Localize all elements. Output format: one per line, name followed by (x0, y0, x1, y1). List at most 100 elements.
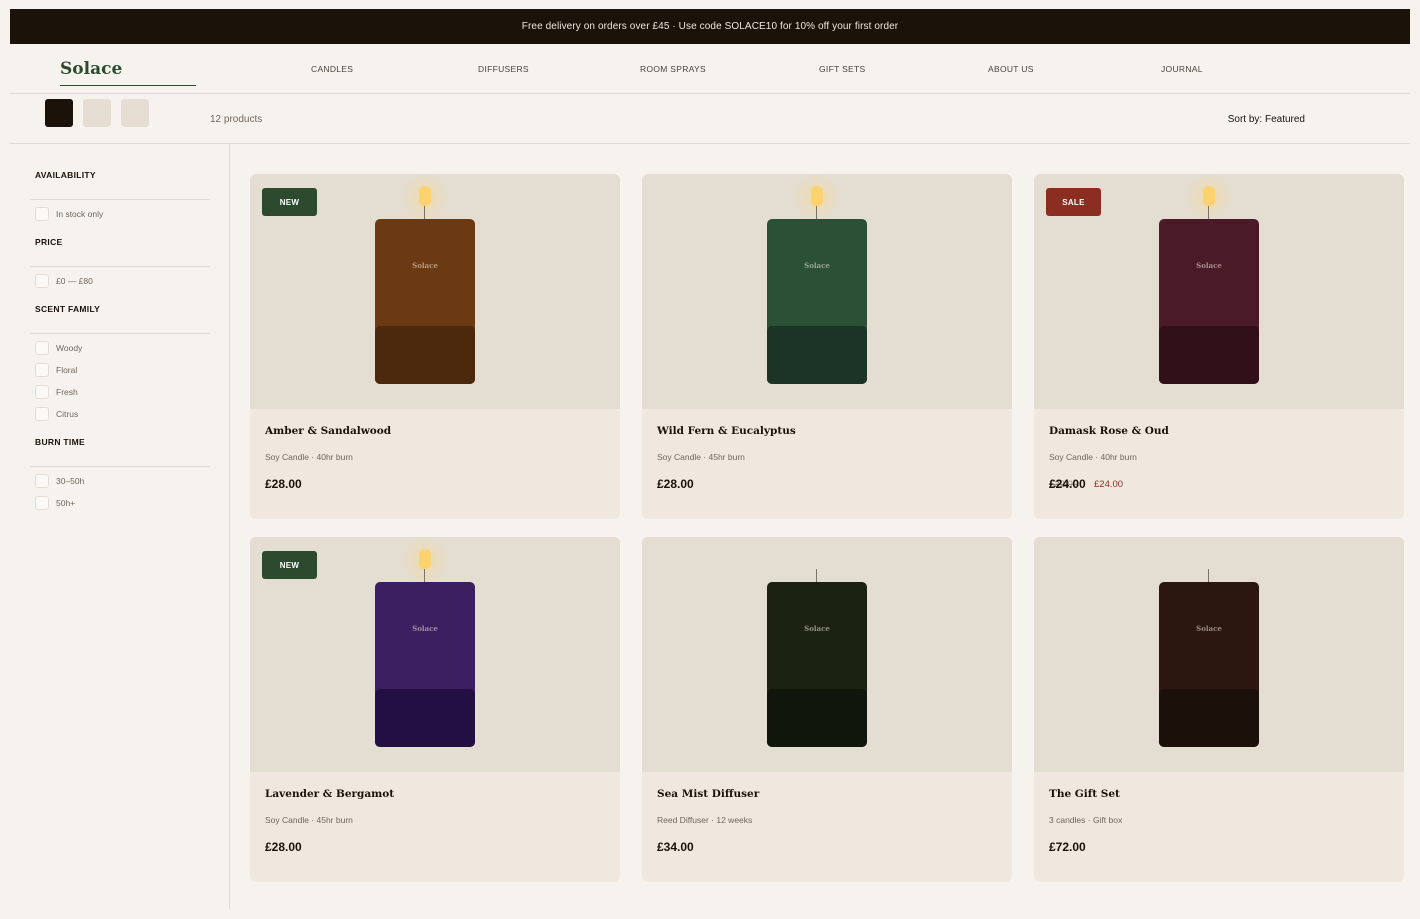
filter-option-label: 50h+ (56, 498, 76, 508)
jar-base (1159, 326, 1259, 384)
product-image[interactable]: Solace (642, 537, 1012, 772)
checkbox[interactable] (35, 385, 49, 399)
nav-journal[interactable]: JOURNAL (1161, 64, 1203, 74)
filter-option-floral[interactable]: Floral (35, 363, 77, 377)
product-name[interactable]: Wild Fern & Eucalyptus (657, 425, 796, 437)
product-subtitle: Soy Candle · 45hr burn (657, 452, 745, 462)
filter-sidebar: AVAILABILITY In stock only PRICE £0 — £8… (10, 144, 230, 909)
candle-jar: Solace (767, 219, 867, 384)
candle-jar: Solace (1159, 219, 1259, 384)
jar-label: Solace (804, 624, 830, 633)
product-image[interactable]: Solace (1034, 537, 1404, 772)
filter-option-label: £0 — £80 (56, 276, 93, 286)
filter-title-scent-family: SCENT FAMILY (35, 304, 101, 314)
jar-base (1159, 689, 1259, 747)
product-price: £28.00 (265, 477, 302, 491)
logo[interactable]: Solace (60, 59, 122, 79)
product-name[interactable]: Lavender & Bergamot (265, 788, 394, 800)
promo-banner: Free delivery on orders over £45 · Use c… (10, 9, 1410, 44)
nav-diffusers[interactable]: DIFFUSERS (478, 64, 529, 74)
product-card[interactable]: Solace SALE Damask Rose & Oud Soy Candle · … (1034, 174, 1404, 519)
sale-price: £24.00 (1094, 479, 1124, 490)
filter-title-price: PRICE (35, 237, 63, 247)
jar-label: Solace (412, 261, 438, 270)
filter-title-burn-time: BURN TIME (35, 437, 85, 447)
filter-option-label: Floral (56, 365, 78, 375)
flame-icon (419, 186, 431, 206)
product-name[interactable]: Amber & Sandalwood (265, 425, 391, 437)
jar-base (375, 326, 475, 384)
filter-option-30-50h[interactable]: 30–50h (35, 474, 84, 488)
candle-wick (1208, 569, 1209, 582)
list-view-button[interactable] (121, 99, 149, 127)
sort-dropdown[interactable]: Sort by: Featured (1228, 114, 1305, 125)
filter-option-woody[interactable]: Woody (35, 341, 82, 355)
toolbar: 12 products Sort by: Featured (10, 94, 1410, 144)
page-frame: Free delivery on orders over £45 · Use c… (10, 9, 1410, 909)
checkbox[interactable] (35, 363, 49, 377)
jar-label: Solace (1196, 624, 1222, 633)
checkbox[interactable] (35, 496, 49, 510)
filter-option-price-range[interactable]: £0 — £80 (35, 274, 93, 288)
candle-jar: Solace (375, 582, 475, 747)
filter-option-label: Citrus (56, 409, 79, 419)
product-subtitle: Soy Candle · 40hr burn (1049, 452, 1137, 462)
filter-option-fresh[interactable]: Fresh (35, 385, 78, 399)
sale-badge: SALE (1046, 188, 1101, 216)
nav-room-sprays[interactable]: ROOM SPRAYS (640, 64, 706, 74)
filter-option-label: Woody (56, 343, 83, 353)
product-card[interactable]: Solace The Gift Set 3 candles · Gift box £7… (1034, 537, 1404, 882)
filter-option-label: 30–50h (56, 476, 85, 486)
product-name[interactable]: Damask Rose & Oud (1049, 425, 1169, 437)
nav-candles[interactable]: CANDLES (311, 64, 353, 74)
jar-base (375, 689, 475, 747)
candle-jar: Solace (375, 219, 475, 384)
product-image[interactable]: Solace (642, 174, 1012, 409)
filter-option-50h-plus[interactable]: 50h+ (35, 496, 75, 510)
product-price: £24.00 (1049, 477, 1086, 491)
jar-label: Solace (804, 261, 830, 270)
checkbox[interactable] (35, 407, 49, 421)
product-name[interactable]: The Gift Set (1049, 788, 1120, 800)
product-card[interactable]: Solace Sea Mist Diffuser Reed Diffuser · 1… (642, 537, 1012, 882)
candle-jar: Solace (767, 582, 867, 747)
nav-about-us[interactable]: ABOUT US (988, 64, 1034, 74)
new-badge: NEW (262, 551, 317, 579)
product-price: £72.00 (1049, 840, 1086, 854)
product-price: £28.00 (657, 477, 694, 491)
product-count: 12 products (210, 114, 263, 125)
filter-divider (30, 333, 210, 334)
product-card[interactable]: Solace NEW Lavender & Bergamot Soy Candle ·… (250, 537, 620, 882)
filter-divider (30, 199, 210, 200)
product-name[interactable]: Sea Mist Diffuser (657, 788, 759, 800)
product-price: £28.00 (265, 840, 302, 854)
product-image[interactable]: Solace NEW (250, 537, 620, 772)
new-badge: NEW (262, 188, 317, 216)
filter-divider (30, 466, 210, 467)
candle-jar: Solace (1159, 582, 1259, 747)
grid-2-view-button[interactable] (83, 99, 111, 127)
site-header: Solace CANDLES DIFFUSERS ROOM SPRAYS GIF… (10, 44, 1410, 94)
filter-option-label: In stock only (56, 209, 104, 219)
candle-wick (424, 206, 425, 219)
nav-gift-sets[interactable]: GIFT SETS (819, 64, 865, 74)
filter-option-citrus[interactable]: Citrus (35, 407, 78, 421)
checkbox[interactable] (35, 274, 49, 288)
checkbox[interactable] (35, 207, 49, 221)
checkbox[interactable] (35, 341, 49, 355)
product-subtitle: Soy Candle · 45hr burn (265, 815, 353, 825)
product-subtitle: Soy Candle · 40hr burn (265, 452, 353, 462)
product-price: £34.00 (657, 840, 694, 854)
grid-3-view-button[interactable] (45, 99, 73, 127)
candle-wick (424, 569, 425, 582)
flame-icon (811, 186, 823, 206)
filter-option-in-stock[interactable]: In stock only (35, 207, 103, 221)
jar-label: Solace (412, 624, 438, 633)
product-image[interactable]: Solace NEW (250, 174, 620, 409)
filter-divider (30, 266, 210, 267)
jar-base (767, 326, 867, 384)
product-image[interactable]: Solace SALE (1034, 174, 1404, 409)
product-card[interactable]: Solace Wild Fern & Eucalyptus Soy Candle ·… (642, 174, 1012, 519)
product-card[interactable]: Solace NEW Amber & Sandalwood Soy Candle · … (250, 174, 620, 519)
checkbox[interactable] (35, 474, 49, 488)
